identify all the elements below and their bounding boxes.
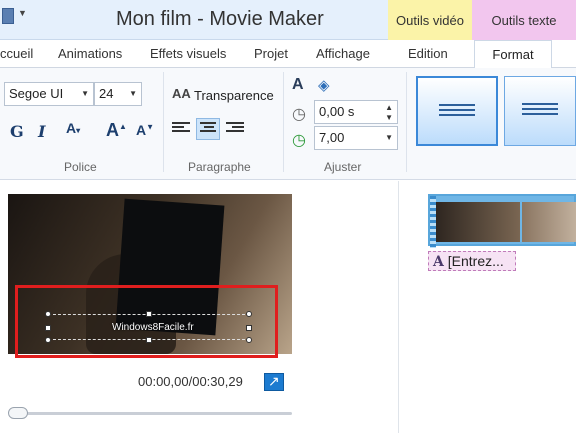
seek-bar[interactable] — [10, 412, 292, 415]
tab-affichage[interactable]: Affichage — [316, 46, 370, 61]
caption-track-item[interactable]: A [Entrez... — [428, 251, 516, 271]
tab-effets-visuels[interactable]: Effets visuels — [150, 46, 226, 61]
group-divider — [283, 72, 284, 172]
font-family-value: Segoe UI — [9, 86, 64, 101]
grow-font-icon[interactable]: A▲ — [106, 120, 127, 141]
caption-placeholder: [Entrez... — [447, 253, 504, 269]
background-color-icon[interactable]: ◈ — [318, 76, 330, 94]
start-time-icon: ◷ — [292, 106, 306, 123]
expand-preview-icon[interactable] — [264, 373, 284, 391]
pane-divider[interactable] — [398, 181, 399, 433]
context-tab-text-tools: Outils texte — [472, 0, 576, 40]
start-time-value: 0,00 s — [319, 104, 355, 119]
group-divider — [406, 72, 407, 172]
tab-format[interactable]: Format — [474, 40, 552, 69]
tab-accueil[interactable]: ccueil — [0, 46, 33, 61]
clip-thumbnail — [436, 202, 520, 242]
shrink-font-icon[interactable]: A▼ — [136, 122, 154, 138]
storyboard-clip[interactable] — [428, 194, 576, 248]
bold-icon[interactable]: G — [10, 122, 24, 141]
chevron-down-icon: ▼ — [385, 133, 393, 142]
ribbon: Segoe UI ▼ 24 ▼ G I A▾ A▲ A▼ Police AA T… — [0, 68, 576, 180]
align-left-icon[interactable] — [172, 122, 190, 136]
chevron-down-icon: ▼ — [81, 89, 89, 98]
edit-text-icon[interactable]: A — [292, 76, 304, 94]
chevron-down-icon: ▼ — [129, 89, 137, 98]
font-color-icon[interactable]: A▾ — [66, 120, 80, 136]
context-label-text: Outils texte — [491, 13, 557, 28]
context-tab-video-tools: Outils vidéo — [388, 0, 472, 40]
align-right-icon[interactable] — [226, 122, 244, 136]
transparency-icon: AA — [172, 86, 191, 101]
align-center-icon[interactable] — [196, 118, 220, 140]
group-divider — [163, 72, 164, 172]
text-style-thumbnail[interactable] — [416, 76, 498, 146]
highlight-annotation-box — [15, 285, 278, 358]
seek-thumb[interactable] — [8, 407, 28, 419]
font-size-value: 24 — [99, 86, 114, 101]
group-label-paragraphe: Paragraphe — [188, 160, 251, 174]
tab-edition[interactable]: Edition — [408, 46, 448, 61]
duration-icon: ◷ — [292, 132, 306, 149]
caption-text-icon: A — [433, 254, 444, 270]
group-label-ajuster: Ajuster — [324, 160, 362, 174]
duration-select[interactable]: 7,00 ▼ — [314, 126, 398, 150]
context-label-video: Outils vidéo — [396, 13, 464, 28]
group-label-police: Police — [64, 160, 97, 174]
clip-thumbnail — [522, 202, 576, 242]
text-style-thumbnail[interactable] — [504, 76, 576, 146]
stepper-icon[interactable]: ▲ ▼ — [385, 103, 393, 123]
window-title: Mon film - Movie Maker — [116, 8, 324, 30]
tab-animations[interactable]: Animations — [58, 46, 122, 61]
italic-icon[interactable]: I — [38, 122, 45, 141]
tab-projet[interactable]: Projet — [254, 46, 288, 61]
save-icon[interactable] — [2, 8, 14, 24]
playback-timecode: 00:00,00/00:30,29 — [138, 374, 243, 389]
font-size-select[interactable]: 24 ▼ — [94, 82, 142, 106]
duration-value: 7,00 — [319, 130, 345, 145]
transparency-button[interactable]: Transparence — [194, 88, 274, 103]
font-family-select[interactable]: Segoe UI ▼ — [4, 82, 94, 106]
start-time-input[interactable]: 0,00 s ▲ ▼ — [314, 100, 398, 124]
qat-dropdown-icon[interactable]: ▼ — [18, 8, 27, 18]
